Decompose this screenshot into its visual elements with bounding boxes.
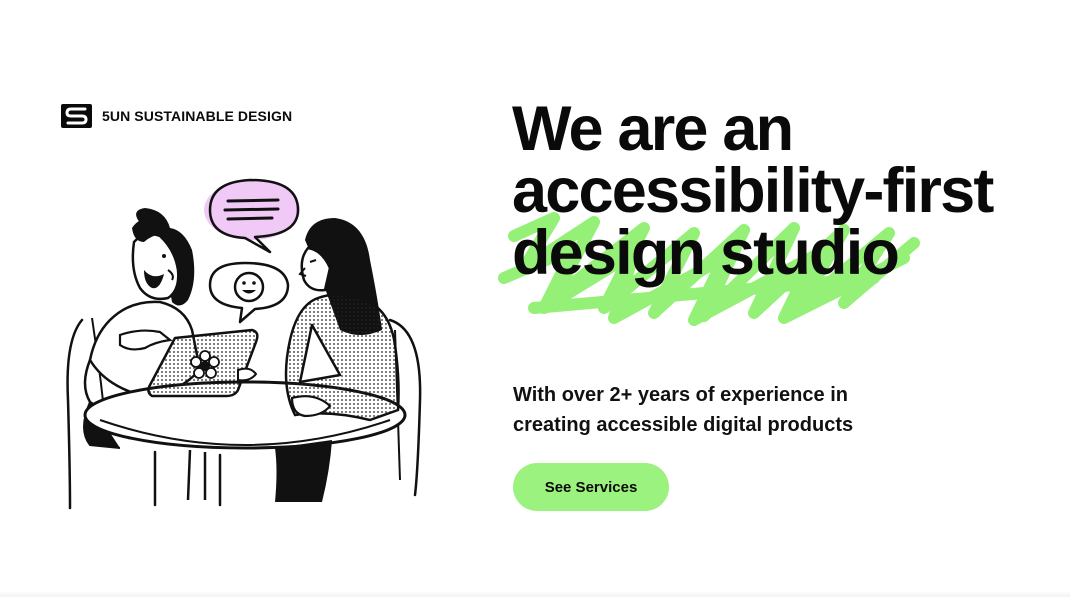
hero-headline-block: We are an accessibility-first design stu… [498,94,1052,338]
smiley-icon [233,271,265,303]
brand-name: 5UN SUSTAINABLE DESIGN [102,108,293,124]
brand[interactable]: 5UN SUSTAINABLE DESIGN [61,104,292,128]
hero-subtext: With over 2+ years of experience in crea… [513,380,933,440]
bottom-divider [0,591,1070,597]
hero-headline: We are an accessibility-first design stu… [512,94,1052,288]
s-logo-icon [61,104,92,128]
subtext-line-1: With over 2+ years of experience in [513,384,848,406]
headline-line-2: accessibility-first [512,156,994,226]
headline-line-1: We are an [512,94,794,164]
headline-line-3: design studio [512,218,900,288]
see-services-button[interactable]: See Services [513,463,669,511]
subtext-line-2: creating accessible digital products [513,414,854,436]
hero-illustration [66,178,422,510]
